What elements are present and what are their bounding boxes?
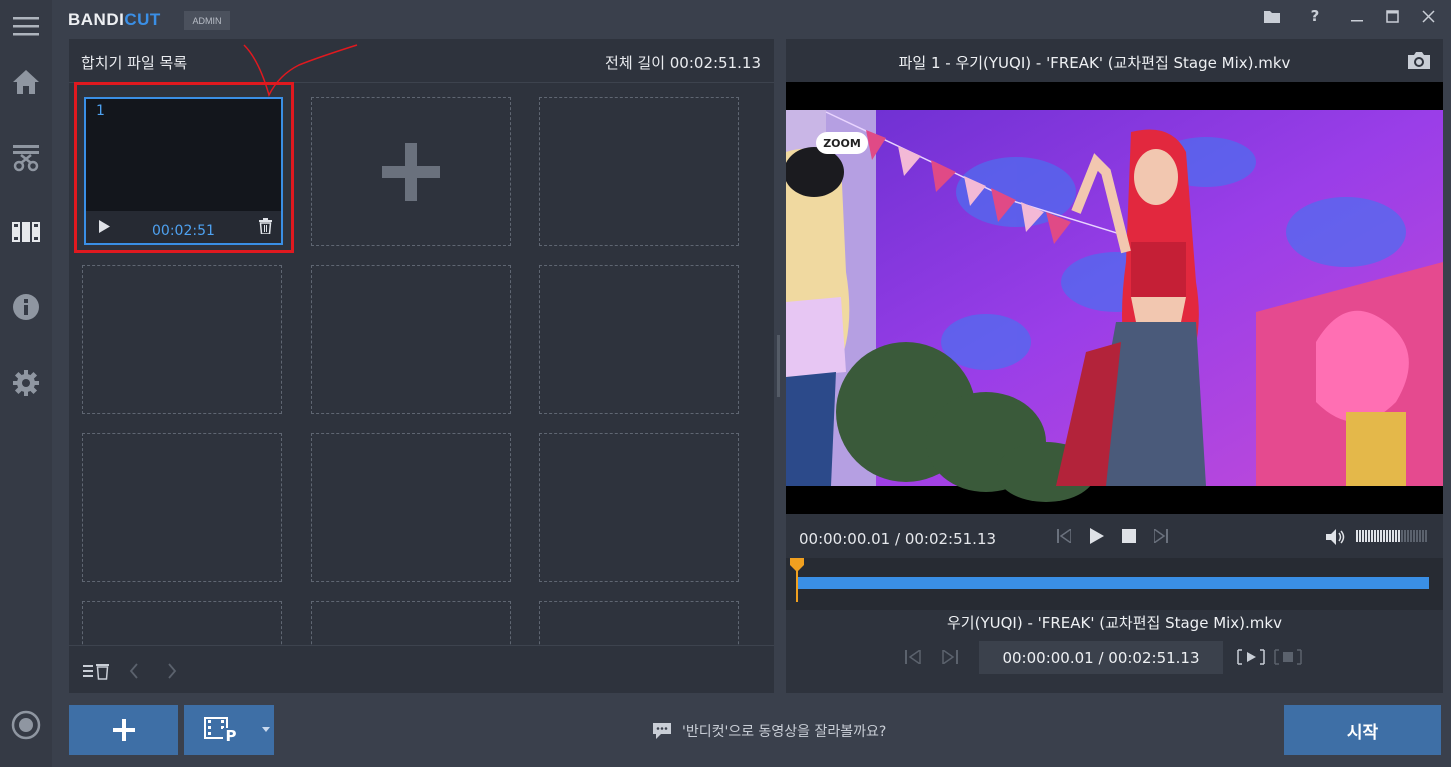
volume-tick [1389,530,1391,542]
menu-icon[interactable] [0,0,52,52]
preview-panel: 파일 1 - 우기(YUQI) - 'FREAK' (교차편집 Stage Mi… [786,39,1443,693]
timeline[interactable] [786,558,1443,610]
volume-tick [1398,530,1400,542]
volume-slider[interactable] [1356,530,1430,542]
chevron-right-icon[interactable] [167,663,177,679]
plus-icon [382,143,440,201]
volume-tick [1422,530,1424,542]
clear-list-icon[interactable] [83,662,111,680]
video-frame: ZOOM [786,110,1443,502]
play-icon[interactable] [1090,528,1104,544]
chevron-left-icon[interactable] [129,663,139,679]
playhead[interactable] [790,558,804,602]
minimize-icon[interactable] [1342,4,1372,28]
admin-badge: ADMIN [184,11,230,30]
hint-message: '반디컷'으로 동영상을 잘라볼까요? [652,721,886,741]
app-logo: BANDICUT [68,10,161,29]
chat-bubble-icon [653,723,671,739]
current-time: 00:00:00.01 / 00:02:51.13 [799,530,997,548]
output-format-button[interactable]: P [184,705,274,755]
start-button[interactable]: 시작 [1284,705,1441,755]
volume-tick [1362,530,1364,542]
home-icon[interactable] [0,56,52,108]
empty-slot [311,601,511,645]
volume-tick [1395,530,1397,542]
player-controls: 00:00:00.01 / 00:02:51.13 [786,517,1443,557]
next-frame-icon[interactable] [1154,529,1168,543]
volume-tick [1413,530,1415,542]
panel-title: 합치기 파일 목록 [81,54,188,72]
camera-icon[interactable] [1407,51,1431,70]
file-name: 우기(YUQI) - 'FREAK' (교차편집 Stage Mix).mkv [947,614,1282,632]
settings-icon[interactable] [0,357,52,409]
volume-tick [1425,530,1427,542]
video-overlay-text: ZOOM [823,137,861,150]
merge-file-list-panel: 합치기 파일 목록 전체 길이 00:02:51.13 1 00:02:51 [69,39,774,693]
maximize-icon[interactable] [1377,4,1407,28]
volume-tick [1404,530,1406,542]
empty-slot [82,433,282,582]
empty-slot [539,601,739,645]
volume-tick [1377,530,1379,542]
stop-segment-icon[interactable] [1274,649,1302,665]
empty-slot [311,433,511,582]
play-segment-icon[interactable] [1237,649,1265,665]
highlight-box [74,82,294,253]
prev-frame-icon[interactable] [1057,529,1071,543]
volume-tick [1416,530,1418,542]
volume-tick [1407,530,1409,542]
merge-icon[interactable] [0,206,52,258]
volume-tick [1368,530,1370,542]
playhead-marker-icon [790,558,804,572]
volume-tick [1374,530,1376,542]
film-format-icon: P [204,717,239,743]
splitter-handle[interactable] [777,335,780,397]
empty-slot [82,265,282,414]
volume-tick [1365,530,1367,542]
volume-tick [1383,530,1385,542]
cut-icon[interactable] [0,131,52,183]
folder-icon[interactable] [1257,4,1287,28]
video-preview[interactable]: ZOOM [786,82,1443,514]
help-icon[interactable]: ? [1300,4,1330,28]
volume-tick [1392,530,1394,542]
plus-icon [112,719,135,741]
preview-title: 파일 1 - 우기(YUQI) - 'FREAK' (교차편집 Stage Mi… [898,54,1291,72]
record-icon[interactable] [0,699,52,751]
hint-text: '반디컷'으로 동영상을 잘라볼까요? [682,724,887,740]
timeline-track[interactable] [796,577,1429,589]
empty-slot [539,97,739,246]
chevron-down-icon[interactable] [262,727,270,733]
close-icon[interactable] [1413,4,1443,28]
empty-slot [539,433,739,582]
volume-tick [1419,530,1421,542]
volume-tick [1359,530,1361,542]
volume-icon[interactable] [1326,529,1346,545]
total-length: 전체 길이 00:02:51.13 [605,54,761,72]
volume-tick [1371,530,1373,542]
sidebar [0,0,52,767]
svg-text:P: P [226,727,237,743]
empty-slot [82,601,282,645]
info-icon[interactable] [0,281,52,333]
title-bar: BANDICUT ADMIN ? [52,0,1451,38]
add-clip-slot[interactable] [311,97,511,246]
volume-tick [1410,530,1412,542]
list-toolbar [69,645,774,693]
set-end-icon[interactable] [942,650,958,664]
volume-tick [1356,530,1358,542]
empty-slot [539,265,739,414]
volume-tick [1386,530,1388,542]
add-file-button[interactable] [69,705,178,755]
set-start-icon[interactable] [905,650,921,664]
segment-time: 00:00:00.01 / 00:02:51.13 [979,641,1223,674]
volume-tick [1401,530,1403,542]
stop-icon[interactable] [1122,529,1136,543]
empty-slot [311,265,511,414]
volume-tick [1380,530,1382,542]
